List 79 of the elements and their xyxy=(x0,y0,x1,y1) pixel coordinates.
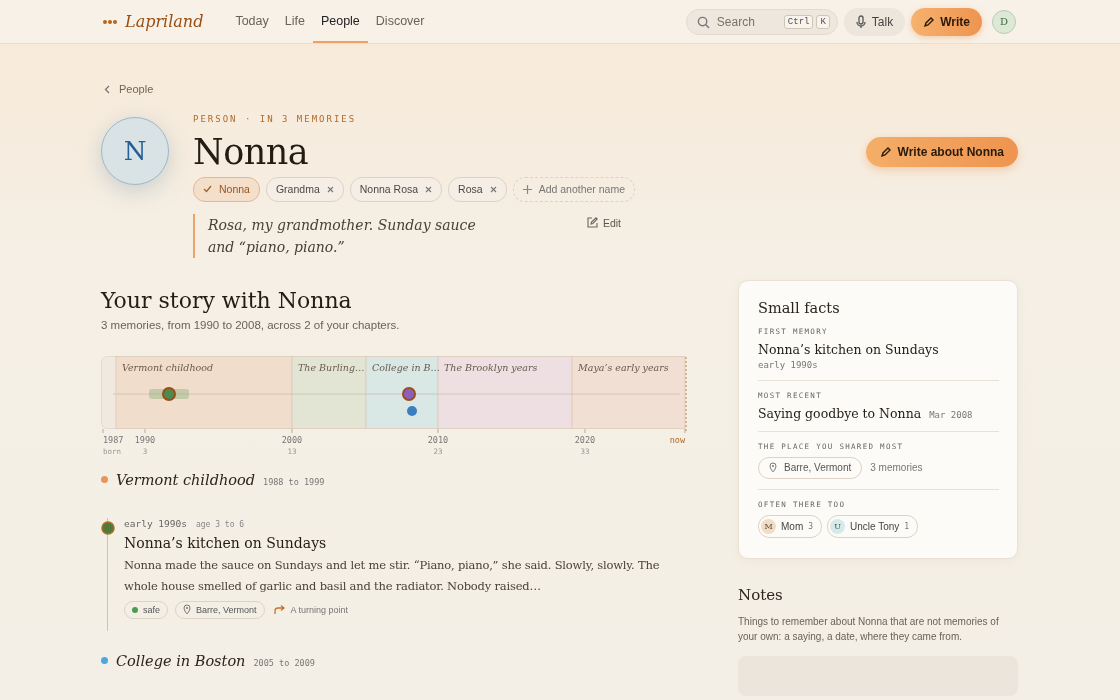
memory-marker[interactable] xyxy=(149,386,189,401)
axis-tick-label: 1987 xyxy=(103,434,124,445)
chapter-years: 2005 to 2009 xyxy=(253,657,315,668)
pin-icon xyxy=(183,604,191,615)
chapter-title[interactable]: College in Boston xyxy=(116,652,246,669)
memory-excerpt: Nonna made the sauce on Sundays and let me stir. “Piano, piano,” she said. Slowly, slowly. The whole house smelled of garlic and basil and the radiator. Nobody raised… xyxy=(124,556,661,595)
chapter-label: College in B… xyxy=(372,361,441,373)
edit-button[interactable]: Edit xyxy=(586,213,621,232)
person-avatar: N xyxy=(101,116,169,185)
person-description: Rosa, my grandmother. Sunday sauce and “piano, piano.” xyxy=(193,213,498,258)
nav-tab[interactable]: Life xyxy=(276,0,313,43)
talk-button[interactable]: Talk xyxy=(843,7,906,36)
person-eyebrow: PERSON · IN 3 MEMORIES xyxy=(193,113,358,124)
microphone-icon xyxy=(855,14,866,29)
chevron-left-icon xyxy=(104,84,110,94)
app-logo[interactable]: Lapriland xyxy=(125,12,204,31)
person-name: Nonna xyxy=(193,131,310,172)
name-chip[interactable]: Grandma xyxy=(265,176,344,202)
axis-tick-label: 2010 xyxy=(427,434,449,445)
memory-date: early 1990s xyxy=(124,517,187,529)
memory-title[interactable]: Nonna’s kitchen on Sundays xyxy=(124,534,688,551)
pin-icon xyxy=(769,462,777,473)
fact-memory-title[interactable]: Nonna’s kitchen on Sundays xyxy=(758,341,999,357)
person-chip-name: Mom xyxy=(781,520,804,532)
turning-point-label: A turning point xyxy=(273,604,349,615)
memory-count: 3 memories xyxy=(870,462,923,473)
person-chip[interactable]: U Uncle Tony 1 xyxy=(827,514,919,538)
section-subtitle: 3 memories, from 1990 to 2008, across 2 of your chapters. xyxy=(101,318,401,331)
nav-tab[interactable]: People xyxy=(312,0,368,43)
axis-tick-label: 1990 xyxy=(134,434,156,445)
search-icon xyxy=(696,15,710,29)
name-chip[interactable]: Rosa xyxy=(448,176,507,202)
person-initial-avatar: M xyxy=(761,518,776,534)
axis-tick-label: now xyxy=(669,434,685,445)
notes-title: Notes xyxy=(738,585,784,604)
chapter-band[interactable] xyxy=(291,355,367,429)
back-link[interactable]: People xyxy=(104,83,154,95)
chapter-band[interactable] xyxy=(365,355,439,429)
write-button[interactable]: Write xyxy=(911,7,982,36)
pencil-icon xyxy=(879,145,892,158)
person-chip-count: 3 xyxy=(808,521,814,531)
plus-icon xyxy=(522,184,532,194)
memory-age: age 3 to 6 xyxy=(195,519,245,529)
person-chip[interactable]: M Mom 3 xyxy=(758,514,823,538)
memory-marker[interactable] xyxy=(407,405,417,416)
check-icon xyxy=(203,185,212,193)
edit-icon xyxy=(586,217,598,228)
chapter-title[interactable]: Vermont childhood xyxy=(116,471,255,488)
user-avatar[interactable]: D xyxy=(992,9,1016,34)
chapter-label: Vermont childhood xyxy=(122,361,214,373)
notes-description: Things to remember about Nonna that are not memories of your own: a saying, a date, where they came from. xyxy=(738,614,1000,644)
remove-icon[interactable] xyxy=(489,185,497,193)
nav-tab[interactable]: Discover xyxy=(367,0,433,43)
nav-tab[interactable]: Today xyxy=(227,0,277,43)
name-chip[interactable]: Nonna xyxy=(193,176,260,202)
chapter-band[interactable] xyxy=(571,355,686,429)
section-title: Your story with Nonna xyxy=(101,287,353,313)
person-initial-avatar: U xyxy=(830,518,846,534)
fact-memory-title[interactable]: Saying goodbye to Nonna xyxy=(758,405,922,421)
chapter-years: 1988 to 1999 xyxy=(263,476,325,487)
card-title: Small facts xyxy=(758,299,841,316)
remove-icon[interactable] xyxy=(326,185,334,193)
axis-tick-label: 2000 xyxy=(281,434,303,445)
axis-tick-label: 2020 xyxy=(574,434,596,445)
fact-date: early 1990s xyxy=(758,359,819,370)
name-chip[interactable]: Nonna Rosa xyxy=(349,176,443,202)
remove-icon[interactable] xyxy=(425,185,433,193)
person-chip-name: Uncle Tony xyxy=(850,520,900,532)
chapter-label: The Brooklyn years xyxy=(444,361,538,373)
chapter-band[interactable] xyxy=(115,355,293,429)
turn-arrow-icon xyxy=(273,604,285,615)
pencil-icon xyxy=(923,15,936,28)
chapter-label: The Burling… xyxy=(298,361,365,373)
person-chip-count: 1 xyxy=(904,521,910,531)
add-name-button[interactable]: Add another name xyxy=(512,176,636,202)
chapter-label: Maya’s early years xyxy=(578,361,669,373)
fact-date: Mar 2008 xyxy=(929,409,973,420)
write-about-button[interactable]: Write about Nonna xyxy=(865,136,1018,167)
logo-dots-icon xyxy=(103,18,117,25)
